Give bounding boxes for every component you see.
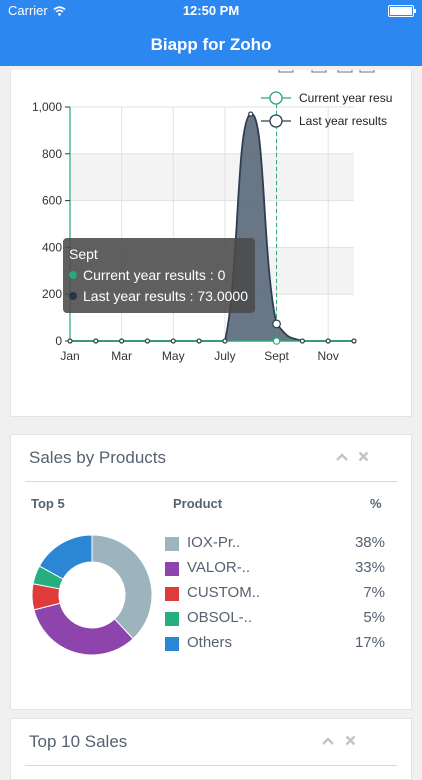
close-button[interactable] (345, 733, 356, 751)
donut-chart[interactable] (27, 530, 157, 660)
data-point (119, 338, 125, 344)
chevron-up-icon (336, 453, 348, 461)
product-label: Others (187, 634, 233, 651)
product-label: IOX-Pr.. (187, 534, 241, 551)
data-point (196, 338, 202, 344)
legend-label: Current year resu (299, 91, 392, 105)
battery-icon (388, 5, 416, 17)
legend-marker (269, 91, 283, 105)
donut-slice (91, 534, 153, 640)
y-tick-label: 400 (42, 240, 62, 254)
data-point (170, 338, 176, 344)
data-view-icon (337, 70, 353, 73)
collapse-button[interactable] (335, 449, 349, 467)
product-label: VALOR-.. (187, 559, 251, 576)
product-row[interactable]: Others 17% (165, 634, 385, 654)
tooltip-current-value: Current year results : 0 (83, 267, 226, 283)
status-time: 12:50 PM (182, 3, 240, 18)
tooltip-dot-last (69, 292, 77, 300)
header-top: Top 5 (31, 496, 65, 511)
data-point (272, 337, 281, 345)
product-percent: 7% (363, 584, 385, 601)
header-percent: % (370, 496, 382, 511)
product-label: OBSOL-.. (187, 609, 253, 626)
close-button[interactable] (358, 449, 369, 467)
data-point (248, 111, 254, 117)
line-chart[interactable]: 0 200 400 600 800 1,000 Jan Mar May July Sept Nov C… (11, 70, 411, 416)
y-tick-label: 1,000 (32, 100, 62, 114)
zoom-icon (278, 70, 294, 73)
product-percent: 17% (354, 634, 385, 651)
data-point (67, 338, 73, 344)
x-tick-label: Nov (318, 349, 339, 363)
tooltip-dot-current (69, 271, 77, 279)
x-tick-label: Mar (111, 349, 132, 363)
card-title: Top 10 Sales (29, 732, 128, 751)
x-tick-label: Sept (264, 349, 289, 363)
legend-swatch (165, 537, 179, 551)
data-point (272, 319, 281, 329)
product-row[interactable]: OBSOL-.. 5% (165, 609, 385, 629)
y-tick-label: 200 (42, 287, 62, 301)
donut-slice (33, 602, 134, 656)
card-header: Sales by Products (25, 435, 397, 482)
tooltip-last-value: Last year results : 73.0000 (83, 288, 248, 304)
data-point (351, 338, 357, 344)
data-point (299, 338, 305, 344)
legend-marker (269, 114, 283, 128)
collapse-button[interactable] (321, 733, 335, 751)
data-point (222, 338, 228, 344)
app-title: Biapp for Zoho (150, 35, 272, 54)
x-tick-label: May (162, 349, 185, 363)
close-icon (358, 451, 369, 462)
header-product: Product (173, 496, 223, 511)
chevron-up-icon (322, 737, 334, 745)
legend-swatch (165, 637, 179, 651)
x-tick-label: July (214, 349, 235, 363)
legend-swatch (165, 587, 179, 601)
legend-label: Last year results (299, 114, 387, 128)
data-point (93, 338, 99, 344)
data-point (325, 338, 331, 344)
close-icon (345, 735, 356, 746)
product-percent: 5% (363, 609, 385, 626)
product-percent: 33% (354, 559, 385, 576)
grid-band (70, 153, 354, 201)
product-label: CUSTOM.. (187, 584, 261, 601)
y-tick-label: 0 (55, 334, 62, 348)
product-row[interactable]: VALOR-.. 33% (165, 559, 385, 579)
chart-card: 0 200 400 600 800 1,000 Jan Mar May July Sept Nov C… (10, 70, 412, 417)
product-row[interactable]: CUSTOM.. 7% (165, 584, 385, 604)
y-tick-label: 800 (42, 147, 62, 161)
y-tick-label: 600 (42, 194, 62, 208)
card-title: Sales by Products (29, 448, 167, 467)
tooltip-title: Sept (69, 246, 98, 262)
card-header: Top 10 Sales (25, 719, 397, 766)
save-image-icon (359, 70, 375, 73)
data-point (144, 338, 151, 344)
x-tick-label: Jan (60, 349, 79, 363)
sales-by-products-card: Sales by Products Top 5 Product % IOX-Pr… (10, 434, 412, 710)
restore-icon (311, 70, 327, 73)
top-bar: Carrier 12:50 PM Biapp for Zoho (0, 0, 422, 66)
product-percent: 38% (354, 534, 385, 551)
product-row[interactable]: IOX-Pr.. 38% (165, 534, 385, 554)
legend-swatch (165, 562, 179, 576)
legend-swatch (165, 612, 179, 626)
top-10-sales-card: Top 10 Sales (10, 718, 412, 780)
